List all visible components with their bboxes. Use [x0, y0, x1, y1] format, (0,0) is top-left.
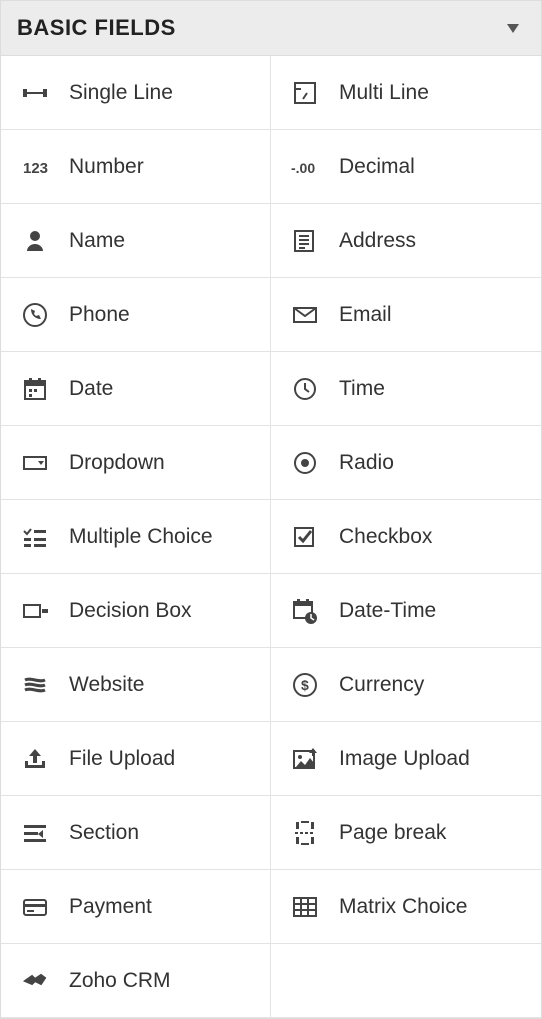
field-section[interactable]: Section — [1, 796, 271, 870]
field-label: Phone — [69, 303, 130, 327]
field-name[interactable]: Name — [1, 204, 271, 278]
image-upload-icon — [285, 745, 325, 773]
decision-box-icon — [15, 597, 55, 625]
field-time[interactable]: Time — [271, 352, 541, 426]
panel-header[interactable]: BASIC FIELDS — [1, 1, 541, 56]
field-checkbox[interactable]: Checkbox — [271, 500, 541, 574]
field-label: Multiple Choice — [69, 525, 213, 549]
time-icon — [285, 375, 325, 403]
zoho-crm-icon — [15, 967, 55, 995]
field-label: Section — [69, 821, 139, 845]
field-label: Email — [339, 303, 392, 327]
multiple-choice-icon — [15, 523, 55, 551]
website-icon — [15, 671, 55, 699]
field-label: Page break — [339, 821, 446, 845]
address-icon — [285, 227, 325, 255]
field-single-line[interactable]: Single Line — [1, 56, 271, 130]
date-icon — [15, 375, 55, 403]
field-label: Single Line — [69, 81, 173, 105]
single-line-icon — [15, 79, 55, 107]
field-label: Decimal — [339, 155, 415, 179]
radio-icon — [285, 449, 325, 477]
field-date[interactable]: Date — [1, 352, 271, 426]
field-label: Currency — [339, 673, 424, 697]
field-label: Decision Box — [69, 599, 192, 623]
field-label: Zoho CRM — [69, 969, 171, 993]
decimal-icon — [285, 153, 325, 181]
matrix-choice-icon — [285, 893, 325, 921]
field-label: Image Upload — [339, 747, 470, 771]
empty-cell — [271, 944, 541, 1018]
field-label: Date-Time — [339, 599, 436, 623]
field-address[interactable]: Address — [271, 204, 541, 278]
field-label: Checkbox — [339, 525, 432, 549]
field-label: Address — [339, 229, 416, 253]
field-label: Radio — [339, 451, 394, 475]
basic-fields-panel: BASIC FIELDS Single Line Multi Line Number… — [0, 0, 542, 1019]
email-icon — [285, 301, 325, 329]
field-label: Date — [69, 377, 113, 401]
field-radio[interactable]: Radio — [271, 426, 541, 500]
field-number[interactable]: Number — [1, 130, 271, 204]
multi-line-icon — [285, 79, 325, 107]
field-label: Dropdown — [69, 451, 165, 475]
field-matrix-choice[interactable]: Matrix Choice — [271, 870, 541, 944]
fields-grid: Single Line Multi Line Number Decimal Name Ad… — [1, 56, 541, 1018]
field-decision-box[interactable]: Decision Box — [1, 574, 271, 648]
phone-icon — [15, 301, 55, 329]
field-page-break[interactable]: Page break — [271, 796, 541, 870]
field-website[interactable]: Website — [1, 648, 271, 722]
field-multi-line[interactable]: Multi Line — [271, 56, 541, 130]
date-time-icon — [285, 597, 325, 625]
field-label: Matrix Choice — [339, 895, 467, 919]
panel-title: BASIC FIELDS — [17, 15, 176, 41]
field-payment[interactable]: Payment — [1, 870, 271, 944]
field-decimal[interactable]: Decimal — [271, 130, 541, 204]
field-zoho-crm[interactable]: Zoho CRM — [1, 944, 271, 1018]
field-label: File Upload — [69, 747, 175, 771]
field-multiple-choice[interactable]: Multiple Choice — [1, 500, 271, 574]
chevron-down-icon — [507, 24, 519, 33]
field-image-upload[interactable]: Image Upload — [271, 722, 541, 796]
field-label: Payment — [69, 895, 152, 919]
field-label: Multi Line — [339, 81, 429, 105]
field-label: Number — [69, 155, 144, 179]
field-currency[interactable]: Currency — [271, 648, 541, 722]
field-phone[interactable]: Phone — [1, 278, 271, 352]
section-icon — [15, 819, 55, 847]
payment-icon — [15, 893, 55, 921]
dropdown-icon — [15, 449, 55, 477]
currency-icon — [285, 671, 325, 699]
field-label: Name — [69, 229, 125, 253]
field-email[interactable]: Email — [271, 278, 541, 352]
field-label: Time — [339, 377, 385, 401]
field-date-time[interactable]: Date-Time — [271, 574, 541, 648]
number-icon — [15, 153, 55, 181]
page-break-icon — [285, 819, 325, 847]
field-file-upload[interactable]: File Upload — [1, 722, 271, 796]
checkbox-icon — [285, 523, 325, 551]
file-upload-icon — [15, 745, 55, 773]
name-icon — [15, 227, 55, 255]
field-dropdown[interactable]: Dropdown — [1, 426, 271, 500]
field-label: Website — [69, 673, 144, 697]
